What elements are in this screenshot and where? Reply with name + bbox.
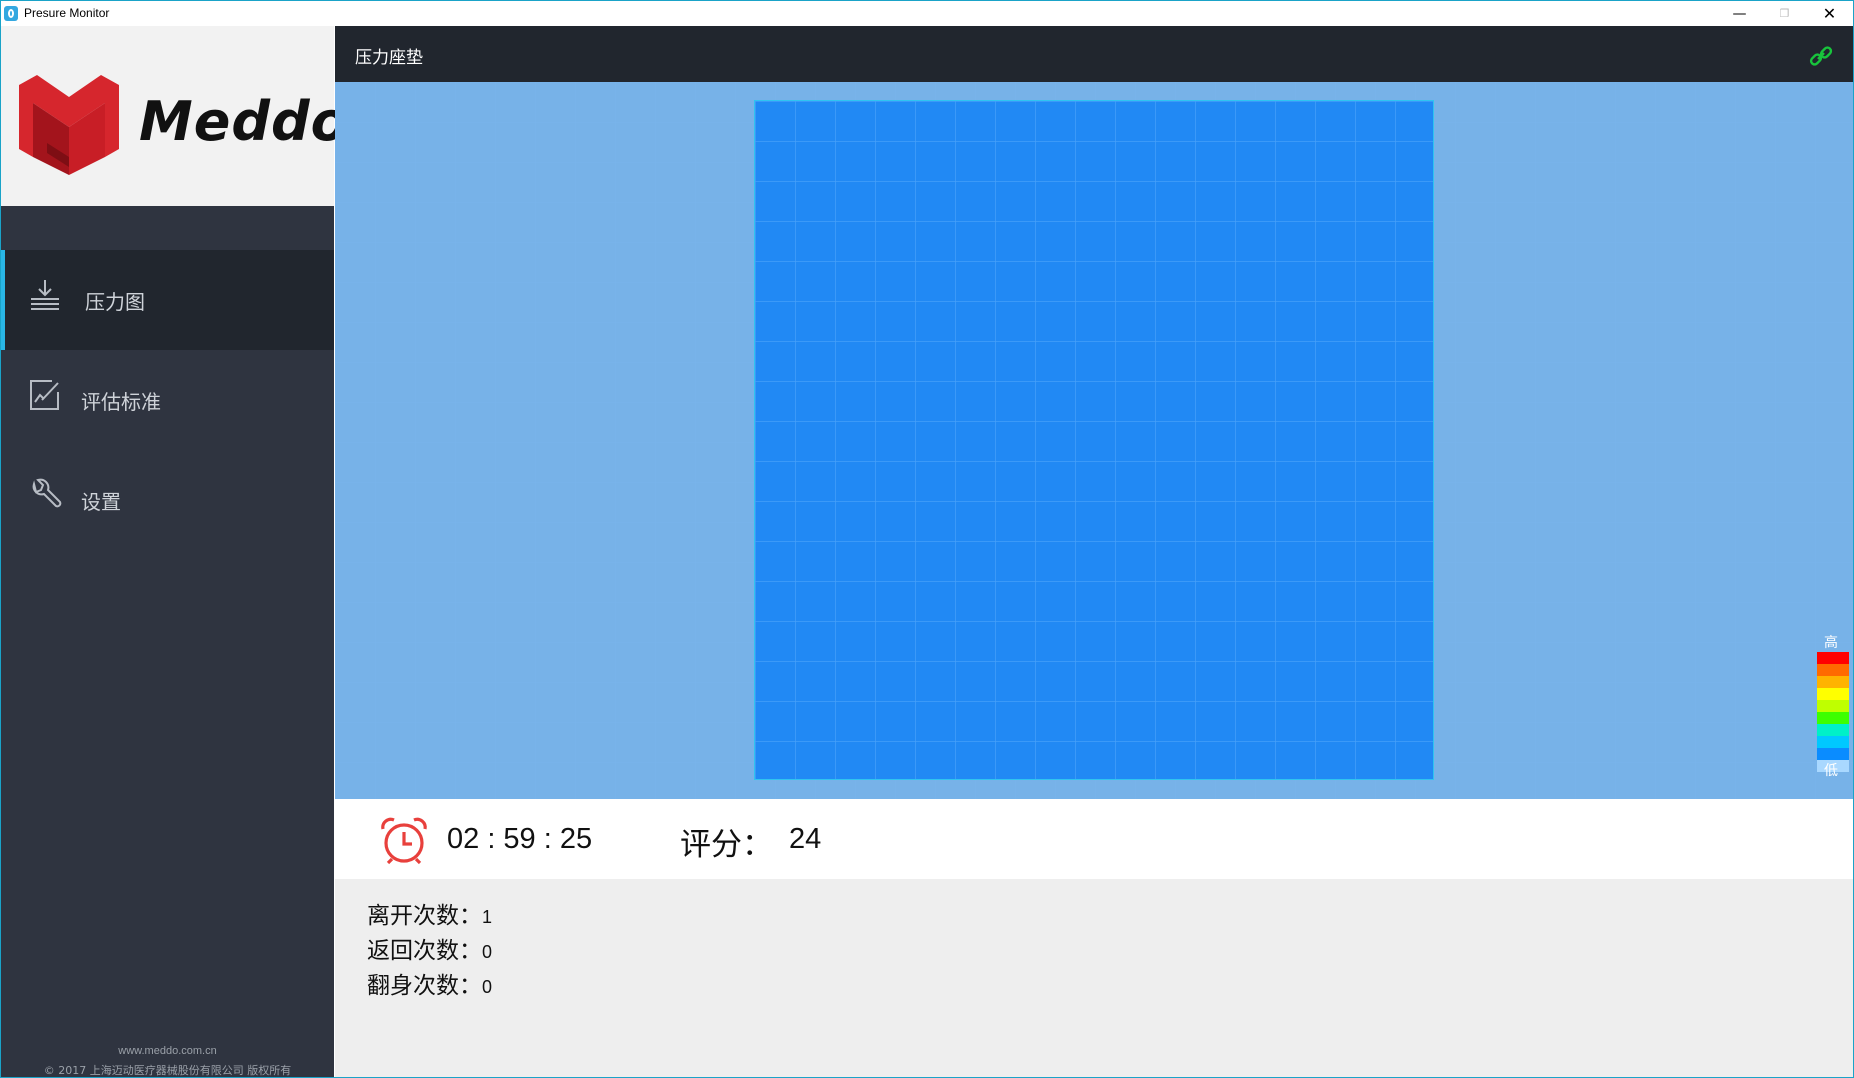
legend-swatch — [1817, 700, 1849, 712]
sidebar-item-evaluation[interactable]: 评估标准 — [1, 350, 334, 450]
meddo-logo-icon — [19, 75, 119, 175]
pressure-map-icon — [31, 280, 59, 310]
logo-text: Meddo — [139, 90, 349, 153]
leave-count-row: 离开次数：1 — [367, 896, 492, 930]
footer-copyright: © 2017 上海迈动医疗器械股份有限公司 版权所有 — [43, 1064, 292, 1077]
page-title: 压力座垫 — [355, 48, 423, 68]
logo-area: Meddo — [1, 26, 348, 206]
pressure-legend — [1817, 652, 1849, 772]
link-icon[interactable] — [1809, 44, 1833, 68]
return-count-row: 返回次数：0 — [367, 931, 492, 965]
session-timer: 02 : 59 : 25 — [447, 823, 593, 855]
app-window: Presure Monitor — ❐ ✕ Meddo 压力图 评估标准 设置 … — [0, 0, 1854, 1078]
legend-swatch — [1817, 676, 1849, 688]
alarm-clock-icon — [381, 817, 427, 865]
sidebar-item-label: 压力图 — [85, 290, 145, 314]
pressure-map-area: 高 低 — [335, 82, 1853, 799]
legend-swatch — [1817, 712, 1849, 724]
wrench-icon — [32, 478, 62, 508]
app-icon — [4, 6, 18, 21]
legend-swatch — [1817, 724, 1849, 736]
title-bar: Presure Monitor — ❐ ✕ — [1, 1, 1853, 26]
sidebar: Meddo 压力图 评估标准 设置 www.meddo.com.cn © 201… — [1, 26, 348, 1077]
legend-high-label: 高 — [1824, 635, 1838, 651]
counts-area: 离开次数：1 返回次数：0 翻身次数：0 — [335, 879, 1853, 1077]
legend-swatch — [1817, 748, 1849, 760]
sidebar-item-label: 评估标准 — [81, 390, 161, 414]
sidebar-item-label: 设置 — [81, 490, 121, 514]
legend-swatch — [1817, 664, 1849, 676]
return-count-value: 0 — [482, 942, 493, 962]
stats-bar: 02 : 59 : 25 评分： 24 — [335, 799, 1853, 879]
turn-count-label: 翻身次数： — [367, 973, 482, 999]
close-button[interactable]: ✕ — [1807, 1, 1852, 26]
maximize-button[interactable]: ❐ — [1762, 1, 1807, 26]
window-title: Presure Monitor — [24, 6, 110, 20]
turn-count-value: 0 — [482, 977, 493, 997]
legend-low-label: 低 — [1824, 763, 1838, 779]
legend-swatch — [1817, 652, 1849, 664]
turn-count-row: 翻身次数：0 — [367, 966, 492, 1000]
pressure-sensor-grid — [754, 100, 1434, 780]
score-value: 24 — [789, 823, 822, 855]
return-count-label: 返回次数： — [367, 938, 482, 964]
content-header: 压力座垫 — [335, 26, 1853, 82]
footer-url[interactable]: www.meddo.com.cn — [1, 1045, 334, 1057]
legend-swatch — [1817, 736, 1849, 748]
sidebar-item-settings[interactable]: 设置 — [1, 450, 334, 550]
score-label: 评分： — [680, 827, 773, 863]
sidebar-item-pressure-map[interactable]: 压力图 — [1, 250, 334, 350]
minimize-button[interactable]: — — [1717, 1, 1762, 26]
leave-count-label: 离开次数： — [367, 903, 482, 929]
legend-swatch — [1817, 688, 1849, 700]
leave-count-value: 1 — [482, 907, 493, 927]
evaluation-icon — [30, 380, 59, 410]
